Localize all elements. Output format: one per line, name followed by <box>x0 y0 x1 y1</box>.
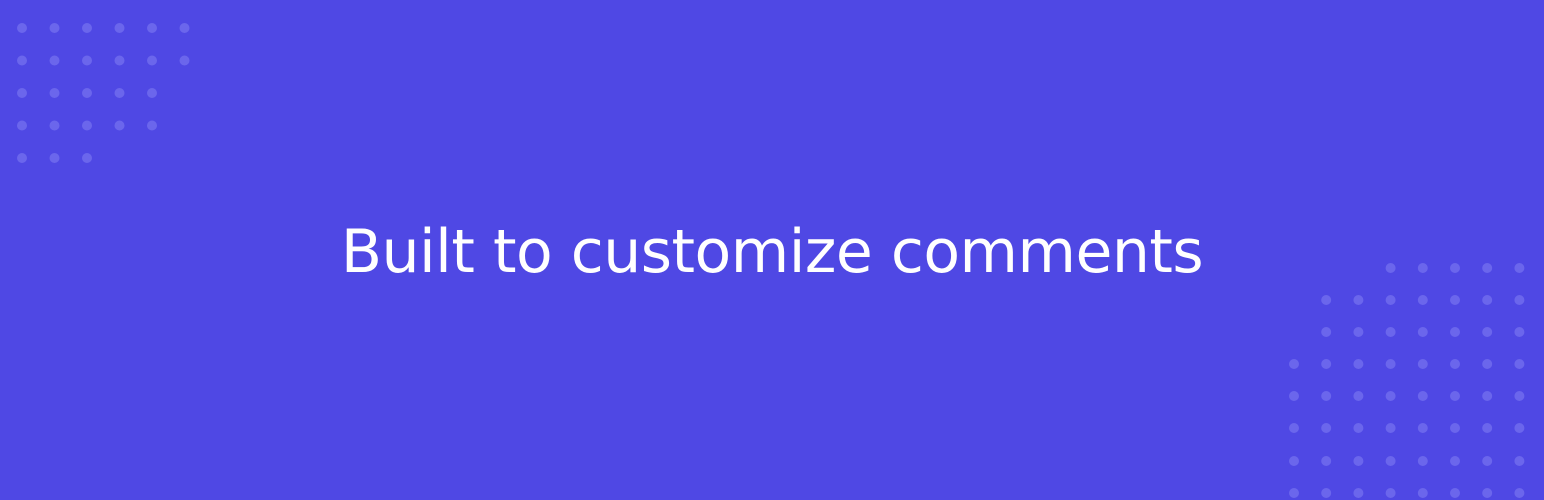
decorative-dot <box>147 88 157 98</box>
dot-grid-top-left <box>17 23 190 163</box>
decorative-dot <box>1321 488 1332 498</box>
decorative-dot <box>49 120 60 131</box>
decorative-dot <box>1289 359 1299 369</box>
decorative-dot <box>1385 456 1396 466</box>
decorative-dot <box>17 55 27 66</box>
decorative-dot <box>1353 456 1364 466</box>
decorative-dot <box>1353 391 1364 401</box>
decorative-dot <box>1417 456 1428 466</box>
decorative-dot <box>147 120 157 131</box>
decorative-dot <box>1482 423 1493 433</box>
decorative-dot <box>1450 488 1460 498</box>
decorative-dot <box>1321 423 1332 433</box>
decorative-dot <box>1514 456 1525 466</box>
decorative-dot <box>1385 327 1396 337</box>
decorative-dot <box>49 153 60 163</box>
decorative-dot <box>1385 295 1396 305</box>
decorative-dot <box>1514 359 1525 369</box>
decorative-dot <box>1482 359 1493 369</box>
decorative-dot <box>1514 423 1525 433</box>
decorative-dot <box>1321 327 1332 337</box>
decorative-dot <box>1482 488 1493 498</box>
decorative-dot <box>1417 359 1428 369</box>
decorative-dot <box>1321 391 1332 401</box>
decorative-dot <box>1482 391 1493 401</box>
decorative-dot <box>1353 327 1364 337</box>
decorative-dot <box>114 120 125 131</box>
decorative-dot <box>1321 295 1332 305</box>
decorative-dot <box>1450 359 1460 369</box>
banner-headline: Built to customize comments <box>340 217 1204 287</box>
decorative-dot <box>1289 488 1299 498</box>
decorative-dot <box>82 23 92 33</box>
decorative-dot <box>1385 391 1396 401</box>
decorative-dot <box>179 23 190 33</box>
decorative-dot <box>1385 488 1396 498</box>
decorative-dot <box>1385 423 1396 433</box>
decorative-dot <box>1450 391 1460 401</box>
decorative-dot <box>147 55 157 66</box>
decorative-dot <box>17 120 27 131</box>
decorative-dot <box>1417 391 1428 401</box>
decorative-dot <box>1417 295 1428 305</box>
decorative-dot <box>1514 327 1525 337</box>
decorative-dot <box>1514 488 1525 498</box>
decorative-dot <box>1353 359 1364 369</box>
decorative-dot <box>1514 295 1525 305</box>
decorative-dot <box>1450 327 1460 337</box>
decorative-dot <box>1321 359 1332 369</box>
dot-grid-bottom-right <box>1289 263 1525 498</box>
decorative-dot <box>49 88 60 98</box>
decorative-dot <box>17 88 27 98</box>
decorative-dot <box>49 55 60 66</box>
decorative-dot <box>1353 423 1364 433</box>
decorative-dot <box>147 23 157 33</box>
decorative-dot <box>82 120 92 131</box>
decorative-dot <box>114 23 125 33</box>
decorative-dot <box>82 88 92 98</box>
decorative-dot <box>1417 327 1428 337</box>
decorative-dot <box>1385 359 1396 369</box>
decorative-dot <box>1450 423 1460 433</box>
decorative-dot <box>1417 488 1428 498</box>
decorative-dot <box>1353 295 1364 305</box>
decorative-dot <box>1482 327 1493 337</box>
decorative-dot <box>1450 295 1460 305</box>
decorative-dot <box>1450 456 1460 466</box>
decorative-dot <box>1514 391 1525 401</box>
decorative-dot <box>82 55 92 66</box>
plugin-banner: Built to customize comments <box>0 0 1544 500</box>
decorative-dot <box>17 23 27 33</box>
decorative-dot <box>1289 423 1299 433</box>
decorative-dot <box>1289 391 1299 401</box>
decorative-dot <box>82 153 92 163</box>
decorative-dot <box>1289 456 1299 466</box>
decorative-dot <box>49 23 60 33</box>
decorative-dot <box>1321 456 1332 466</box>
decorative-dot <box>114 88 125 98</box>
decorative-dot <box>17 153 27 163</box>
decorative-dot <box>114 55 125 66</box>
decorative-dot <box>179 55 190 66</box>
decorative-dot <box>1482 295 1493 305</box>
decorative-dot <box>1417 423 1428 433</box>
decorative-dot <box>1482 456 1493 466</box>
decorative-dot <box>1353 488 1364 498</box>
